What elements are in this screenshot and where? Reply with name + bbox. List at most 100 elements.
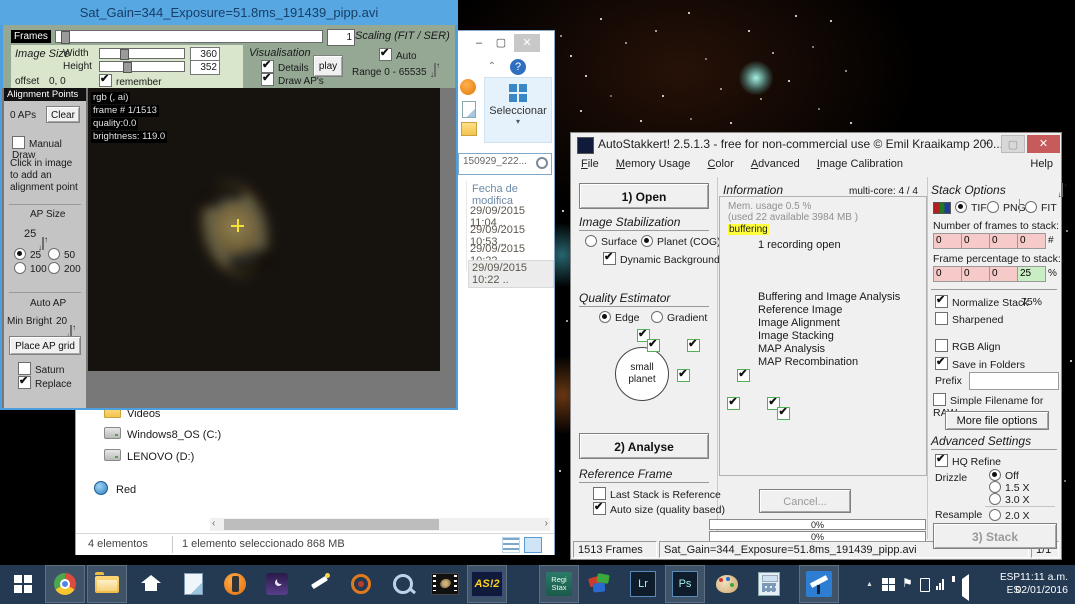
ap-size-50-radio[interactable]: 50 [48, 248, 75, 261]
percent-stack-input[interactable] [989, 266, 1018, 282]
scroll-right-icon[interactable]: › [545, 518, 548, 529]
range-spin-button[interactable] [434, 63, 436, 77]
frames-slider-thumb[interactable] [61, 31, 70, 44]
sample-area-checkbox[interactable] [647, 339, 660, 352]
hq-refine-checkbox[interactable]: HQ Refine [935, 454, 1001, 468]
menu-help[interactable]: Help [1030, 158, 1053, 170]
prefix-input[interactable] [969, 372, 1059, 390]
sidebar-item-drive-c[interactable]: Windows8_OS (C:) [104, 427, 221, 441]
tray-network-icon[interactable] [936, 579, 944, 590]
taskbar-night-sky-app[interactable] [258, 566, 296, 602]
play-button[interactable]: play [313, 55, 343, 77]
percent-stack-input[interactable] [1017, 266, 1046, 282]
column-header-date[interactable]: Fecha de modifica [472, 183, 554, 207]
gradient-radio[interactable]: Gradient [651, 311, 707, 324]
taskbar-lightroom[interactable]: Lr [624, 566, 662, 602]
history-icon[interactable] [461, 122, 477, 136]
clear-button[interactable]: Clear [46, 106, 80, 123]
sharpened-checkbox[interactable]: Sharpened [935, 312, 1003, 326]
tray-usb-icon[interactable] [920, 578, 930, 592]
remember-checkbox[interactable]: remember [99, 74, 162, 88]
surface-radio[interactable]: Surface [585, 235, 637, 248]
new-item-icon[interactable] [462, 101, 476, 118]
width-slider[interactable] [99, 48, 185, 59]
cancel-button[interactable]: Cancel... [759, 489, 851, 513]
search-box[interactable] [458, 153, 552, 175]
tray-windows-icon[interactable] [882, 578, 895, 591]
frames-stack-input[interactable] [933, 233, 962, 249]
start-button[interactable] [4, 566, 42, 602]
maximize-button[interactable]: ▢ [1001, 135, 1025, 153]
horizontal-scrollbar[interactable]: ‹ › [210, 518, 550, 531]
frames-stack-input[interactable] [989, 233, 1018, 249]
menu-memory-usage[interactable]: Memory Usage [616, 158, 691, 170]
tray-flag-icon[interactable]: ⚑ [902, 576, 913, 590]
save-in-folders-checkbox[interactable]: Save in Folders [935, 357, 1025, 371]
taskbar-photos[interactable] [582, 566, 620, 602]
percent-stack-input[interactable] [961, 266, 990, 282]
frames-slider[interactable] [55, 30, 323, 43]
sample-area-checkbox[interactable] [677, 369, 690, 382]
ap-size-200-radio[interactable]: 200 [48, 262, 81, 275]
open-button[interactable]: 1) Open [579, 183, 709, 209]
taskbar-chrome[interactable] [46, 566, 84, 602]
menu-color[interactable]: Color [707, 158, 733, 170]
details-view-icon[interactable] [502, 537, 520, 553]
taskbar-notepad[interactable] [174, 566, 212, 602]
taskbar-scope-blue[interactable] [800, 566, 838, 602]
taskbar-hand-controller[interactable] [216, 566, 254, 602]
taskbar-viewer[interactable] [384, 566, 422, 602]
rgb-align-checkbox[interactable]: RGB Align [935, 339, 1000, 353]
frame-image-view[interactable]: rgb (, ai) frame # 1/1513 quality:0.0 br… [88, 88, 440, 371]
taskbar-pipp[interactable] [426, 566, 464, 602]
scroll-left-icon[interactable]: ‹ [212, 518, 215, 529]
scaling-auto-checkbox[interactable]: Auto [379, 48, 417, 62]
menu-image-calibration[interactable]: Image Calibration [817, 158, 903, 170]
taskbar-photoshop[interactable]: Ps [666, 566, 704, 602]
more-file-options-button[interactable]: More file options [945, 411, 1049, 430]
fit-radio[interactable]: FIT [1025, 201, 1057, 214]
drizzle-30-radio[interactable]: 3.0 X [989, 493, 1030, 506]
edge-radio[interactable]: Edge [599, 311, 640, 324]
frame-viewer-title[interactable]: Sat_Gain=344_Exposure=51.8ms_191439_pipp… [0, 0, 458, 25]
search-icon[interactable] [536, 157, 548, 169]
play-media-icon[interactable] [460, 79, 476, 95]
sample-area-checkbox[interactable] [687, 339, 700, 352]
taskbar-planetarium[interactable] [342, 566, 380, 602]
height-value[interactable]: 352 [190, 60, 220, 75]
frames-stack-input[interactable] [1017, 233, 1046, 249]
ribbon-collapse-icon[interactable]: ⌃ [488, 61, 496, 72]
stack-button[interactable]: 3) Stack [933, 523, 1057, 549]
last-stack-checkbox[interactable]: Last Stack is Reference [593, 487, 721, 501]
ap-size-spin-button[interactable] [42, 237, 44, 250]
select-button[interactable]: Seleccionar ▾ [484, 77, 552, 143]
close-button[interactable]: ✕ [1027, 135, 1060, 153]
explorer-maximize-button[interactable]: ▢ [492, 34, 510, 52]
minimize-button[interactable]: – [975, 135, 999, 153]
taskbar-autostakkert[interactable]: AS!2 [468, 566, 506, 602]
percent-stack-input[interactable] [933, 266, 962, 282]
tif-radio[interactable]: TIF [955, 201, 987, 214]
place-ap-grid-button[interactable]: Place AP grid [9, 336, 81, 355]
width-slider-thumb[interactable] [120, 49, 129, 60]
tray-clock[interactable]: 11:11 a.m. 02/01/2016 [1000, 571, 1068, 597]
frame-number-input[interactable]: 1 [327, 29, 355, 46]
tray-volume-icon[interactable] [962, 574, 969, 601]
frames-stack-input[interactable] [961, 233, 990, 249]
scrollbar-thumb[interactable] [224, 519, 439, 530]
resample-20-radio[interactable]: 2.0 X [989, 509, 1030, 522]
ap-size-25-radio[interactable]: 25 [14, 248, 41, 261]
help-icon[interactable]: ? [510, 59, 526, 75]
auto-size-checkbox[interactable]: Auto size (quality based) [593, 502, 725, 516]
menu-advanced[interactable]: Advanced [751, 158, 800, 170]
sidebar-item-network[interactable]: Red [94, 481, 136, 496]
taskbar-telescope-app[interactable] [300, 566, 338, 602]
sidebar-item-drive-d[interactable]: LENOVO (D:) [104, 449, 194, 463]
height-slider-thumb[interactable] [123, 62, 132, 73]
tray-expand-icon[interactable]: ▲ [866, 581, 873, 588]
taskbar-explorer[interactable] [88, 566, 126, 602]
search-input[interactable] [461, 155, 535, 168]
height-slider[interactable] [99, 61, 185, 72]
replace-checkbox[interactable]: Replace [18, 376, 72, 390]
taskbar-home[interactable] [132, 566, 170, 602]
